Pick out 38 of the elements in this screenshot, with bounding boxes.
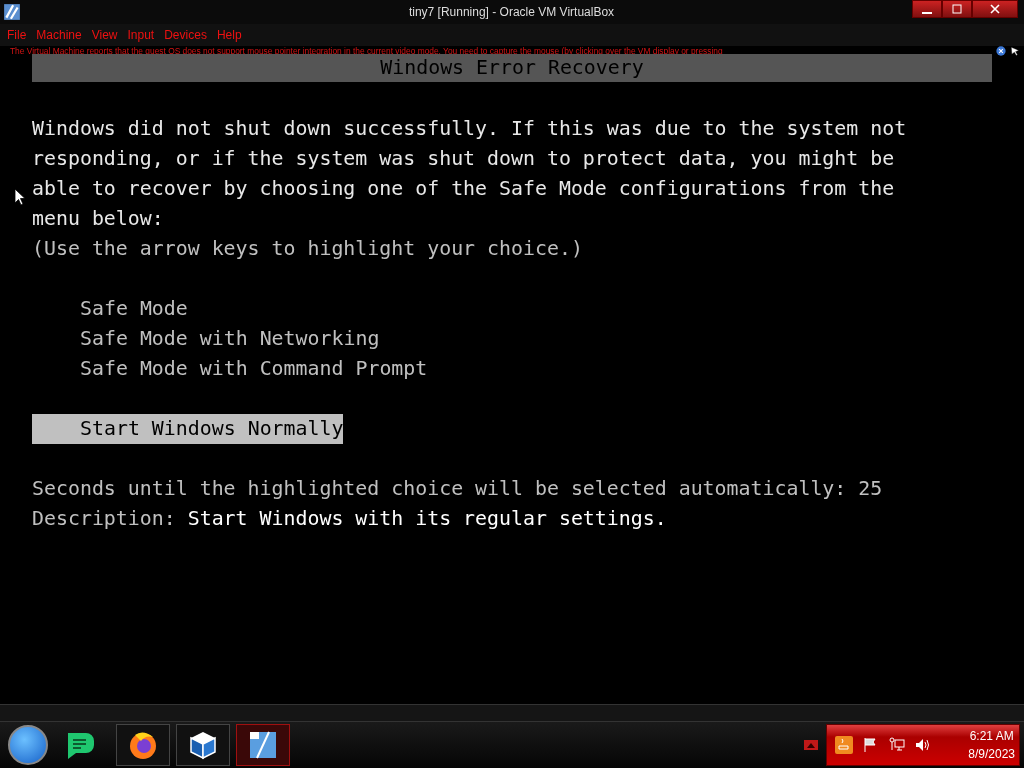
close-button[interactable] [972, 0, 1018, 18]
description-label: Description: [32, 506, 176, 530]
taskbar-button[interactable] [236, 724, 290, 767]
show-hidden-icons-button[interactable] [804, 740, 818, 751]
horizontal-scrollbar[interactable] [0, 704, 1024, 723]
boot-option[interactable]: Safe Mode [32, 293, 188, 324]
minimize-button[interactable] [912, 0, 942, 18]
menu-item[interactable]: Machine [31, 27, 87, 42]
cube-icon [187, 729, 219, 762]
clock-date[interactable]: 8/9/2023 [968, 745, 1015, 764]
maximize-icon [952, 4, 962, 14]
window-title: tiny7 [Running] - Oracle VM VirtualBox [407, 4, 616, 19]
boot-option[interactable]: Safe Mode with Command Prompt [32, 353, 428, 384]
start-button[interactable] [8, 725, 48, 766]
network-icon[interactable] [889, 737, 905, 754]
minimize-icon [922, 12, 932, 14]
menu-item[interactable]: Devices [159, 27, 212, 42]
maximize-button[interactable] [942, 0, 972, 18]
menu-item[interactable]: File [2, 27, 32, 42]
taskbar-button[interactable] [116, 724, 170, 767]
close-icon [990, 4, 1000, 14]
menu-item[interactable]: Input [122, 27, 160, 42]
taskbar-button[interactable] [176, 724, 230, 767]
countdown-text: Seconds until the highlighted choice will be selected automatically: 25 [32, 475, 884, 502]
flag-icon[interactable] [863, 737, 879, 754]
boot-option[interactable]: Safe Mode with Networking [32, 323, 380, 354]
mouse-pointer-icon [14, 187, 26, 206]
browser-icon [127, 729, 159, 762]
console-title: Windows Error Recovery [32, 53, 992, 82]
menu-item[interactable]: View [86, 27, 123, 42]
clock-time[interactable]: 6:21 AM [969, 727, 1014, 746]
description-text: Start Windows with its regular settings. [187, 506, 667, 530]
console-hint: (Use the arrow keys to highlight your choice.) [32, 235, 584, 262]
app-icon [3, 2, 21, 21]
close-icon[interactable] [996, 45, 1006, 56]
console-paragraph: Windows did not shut down successfully. If this was due to the system not responding, or if the system was shut down to protect data, you might be able to recover by choosing one of the Safe Mode configurations from the menu below: [32, 115, 907, 232]
boot-option[interactable]: Start Windows Normally [32, 413, 344, 444]
menu-item[interactable]: Help [211, 27, 247, 42]
